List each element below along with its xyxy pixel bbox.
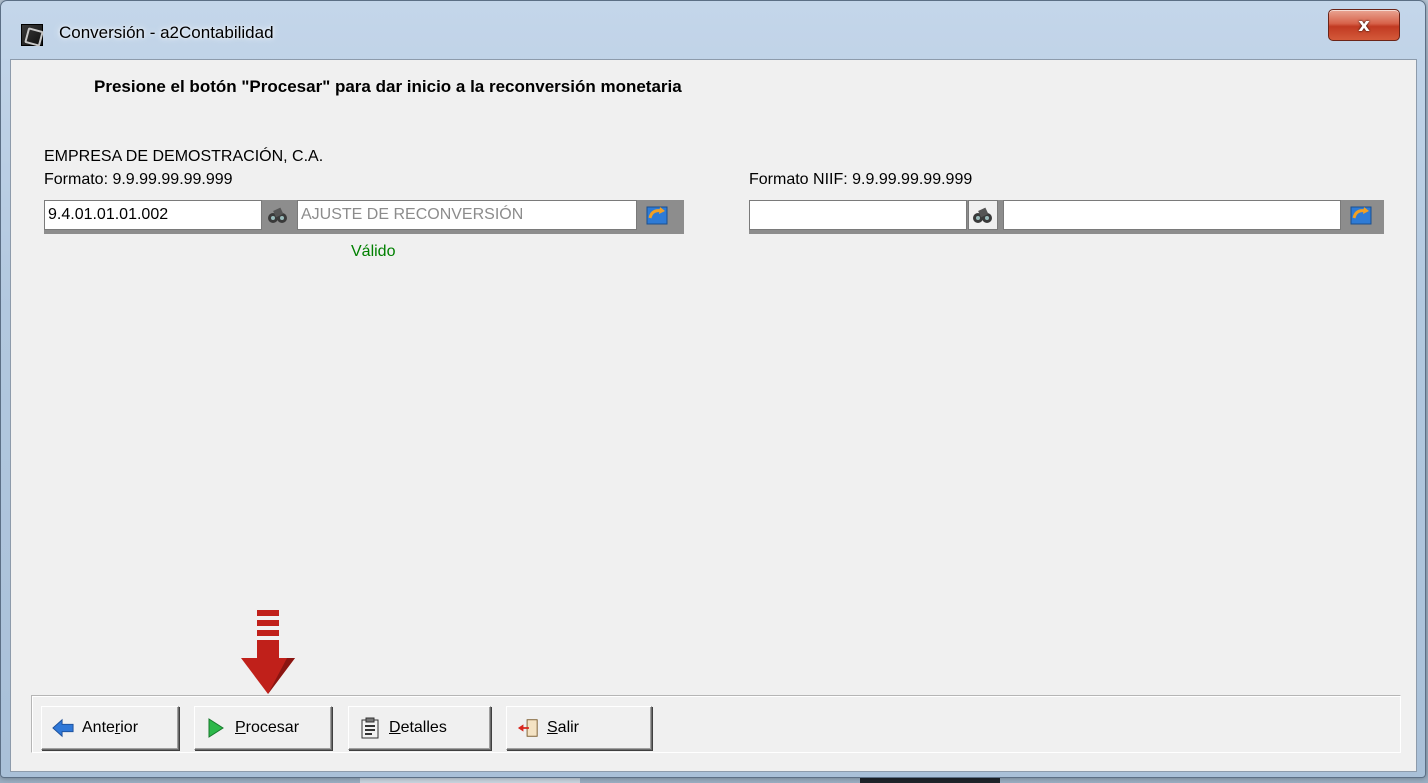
close-button[interactable]: x xyxy=(1328,9,1400,41)
procesar-button[interactable]: Procesar xyxy=(194,706,332,750)
window-title: Conversión - a2Contabilidad xyxy=(59,23,274,42)
title-bar[interactable]: Conversión - a2Contabilidad x xyxy=(1,1,1425,61)
app-icon[interactable] xyxy=(21,24,43,46)
niif-format-label: Formato NIIF: 9.9.99.99.99.999 xyxy=(749,171,973,188)
detalles-label: Detalles xyxy=(389,719,447,736)
account-code-input[interactable]: 9.4.01.01.01.002 xyxy=(44,200,262,230)
conversion-window: Conversión - a2Contabilidad x Presione e… xyxy=(0,0,1426,778)
refresh-icon xyxy=(1350,206,1372,225)
search-niif-button[interactable] xyxy=(968,200,998,230)
salir-button[interactable]: Salir xyxy=(506,706,652,750)
instruction-text: Presione el botón "Procesar" para dar in… xyxy=(94,77,682,96)
detalles-button[interactable]: Detalles xyxy=(348,706,491,750)
back-arrow-icon xyxy=(52,717,74,739)
exit-door-icon xyxy=(517,717,539,739)
company-name: EMPRESA DE DEMOSTRACIÓN, C.A. xyxy=(44,148,324,165)
account-field-group: 9.4.01.01.01.002 AJUSTE DE RECONVERSIÓN xyxy=(44,200,684,234)
anterior-label: Anterior xyxy=(82,719,139,736)
client-area: Presione el botón "Procesar" para dar in… xyxy=(10,59,1417,772)
account-format-label: Formato: 9.9.99.99.99.999 xyxy=(44,171,233,188)
niif-name-field xyxy=(1003,200,1341,230)
anterior-button[interactable]: Anterior xyxy=(41,706,179,750)
refresh-account-button[interactable] xyxy=(640,200,674,230)
refresh-niif-button[interactable] xyxy=(1344,200,1378,230)
procesar-label: Procesar xyxy=(235,719,300,736)
salir-label: Salir xyxy=(547,719,580,736)
binoculars-icon xyxy=(973,207,992,223)
account-name-field: AJUSTE DE RECONVERSIÓN xyxy=(297,200,637,230)
play-icon xyxy=(205,717,227,739)
refresh-icon xyxy=(646,206,668,225)
red-down-arrow-icon xyxy=(241,610,295,694)
button-bar: Anterior Procesar Detalles Salir xyxy=(31,695,1401,753)
close-icon: x xyxy=(1358,14,1370,36)
binoculars-icon xyxy=(268,207,287,223)
niif-field-group xyxy=(749,200,1384,234)
clipboard-icon xyxy=(359,717,381,739)
validation-status: Válido xyxy=(351,243,396,260)
niif-code-input[interactable] xyxy=(749,200,967,230)
search-account-button[interactable] xyxy=(263,200,293,230)
